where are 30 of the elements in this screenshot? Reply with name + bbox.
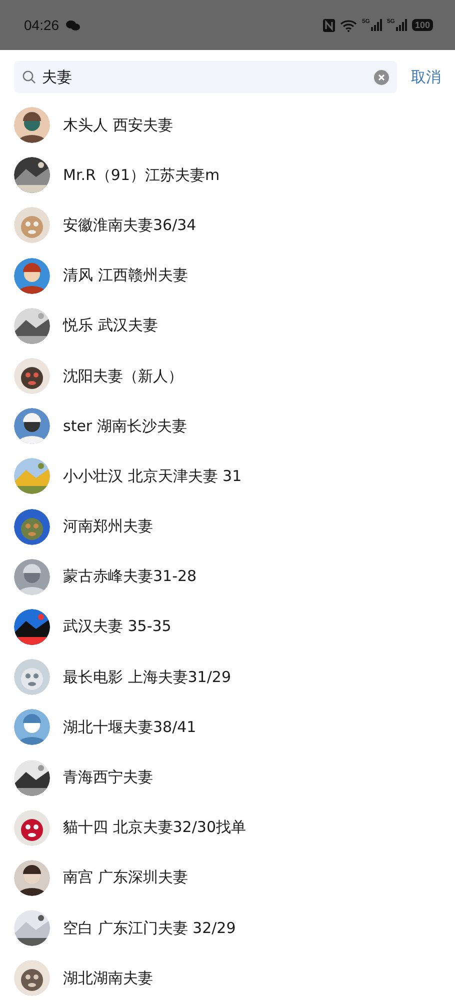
- clear-icon[interactable]: [374, 70, 389, 84]
- contact-name[interactable]: 空白 广东江门夫妻 32/29: [63, 918, 236, 938]
- search-field[interactable]: 夫妻: [42, 68, 368, 86]
- contact-name[interactable]: 貓十四 北京夫妻32/30找单: [63, 818, 246, 838]
- status-time: 04:26: [24, 17, 60, 33]
- search-icon: [22, 70, 36, 84]
- contact-name[interactable]: 沈阳夫妻（新人）: [63, 366, 183, 386]
- contact-name[interactable]: 小小壮汉 北京天津夫妻 31: [63, 466, 242, 486]
- contact-name[interactable]: 悦乐 武汉夫妻: [63, 316, 158, 336]
- contact-name[interactable]: ster 湖南长沙夫妻: [63, 416, 187, 436]
- contact-name[interactable]: 湖北十堰夫妻38/41: [63, 718, 196, 737]
- contact-name[interactable]: 湖北湖南夫妻: [63, 968, 153, 988]
- signal-icon: [396, 19, 407, 31]
- contact-name[interactable]: 木头人 西安夫妻: [63, 116, 173, 135]
- wifi-icon: [340, 18, 357, 32]
- chat-icon: [66, 20, 80, 30]
- contact-name[interactable]: 安徽淮南夫妻36/34: [63, 216, 196, 235]
- contact-name[interactable]: 河南郑州夫妻: [63, 517, 153, 536]
- contact-name[interactable]: Mr.R（91）江苏夫妻m: [63, 166, 220, 185]
- nfc-icon: [322, 18, 335, 32]
- contact-name[interactable]: 青海西宁夫妻: [63, 768, 153, 788]
- contact-name[interactable]: 最长电影 上海夫妻31/29: [63, 668, 231, 687]
- contact-name[interactable]: 清风 江西赣州夫妻: [63, 266, 188, 286]
- signal-icon: [370, 19, 382, 31]
- contact-name[interactable]: 武汉夫妻 35-35: [63, 617, 172, 636]
- contact-name[interactable]: 蒙古赤峰夫妻31-28: [63, 567, 197, 586]
- search-bar[interactable]: 夫妻: [14, 61, 397, 93]
- cancel-button[interactable]: 取消: [411, 68, 441, 86]
- contact-name[interactable]: 南宫 广东深圳夫妻: [63, 868, 188, 888]
- battery-indicator: 100: [412, 19, 433, 31]
